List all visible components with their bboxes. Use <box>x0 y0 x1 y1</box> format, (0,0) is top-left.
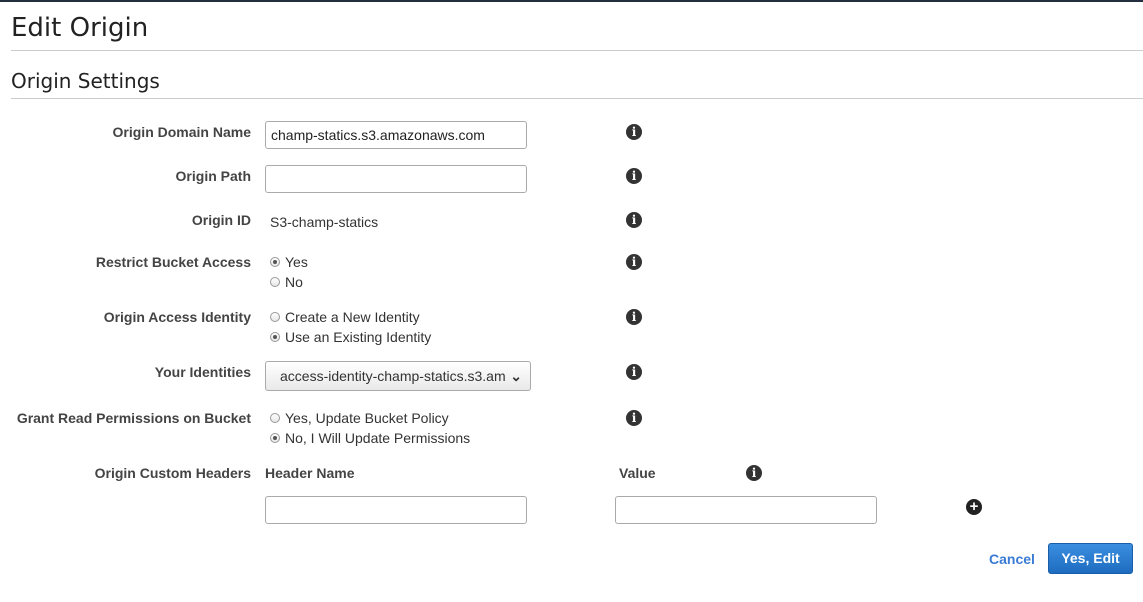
info-icon[interactable]: i <box>626 364 642 380</box>
use-existing-identity-option[interactable]: Use an Existing Identity <box>270 329 431 345</box>
radio-button[interactable] <box>270 413 280 423</box>
origin-custom-headers-label: Origin Custom Headers <box>94 465 251 481</box>
radio-button-checked[interactable] <box>270 332 280 342</box>
restrict-bucket-access-label: Restrict Bucket Access <box>95 254 251 270</box>
header-name-input[interactable] <box>265 496 527 524</box>
info-icon[interactable]: i <box>626 309 642 325</box>
grant-read-permissions-label: Grant Read Permissions on Bucket <box>16 410 251 426</box>
origin-path-input[interactable] <box>265 165 527 193</box>
info-icon[interactable]: i <box>626 168 642 184</box>
section-title: Origin Settings <box>11 69 160 93</box>
selected-identity: access-identity-champ-statics.s3.amazona… <box>280 368 506 384</box>
origin-access-identity-label: Origin Access Identity <box>103 309 251 325</box>
header-value-input[interactable] <box>615 496 877 524</box>
origin-id-label: Origin ID <box>191 212 251 228</box>
your-identities-select[interactable]: access-identity-champ-statics.s3.amazona… <box>265 361 531 391</box>
radio-label: Create a New Identity <box>285 309 420 325</box>
info-icon[interactable]: i <box>626 254 642 270</box>
cancel-link[interactable]: Cancel <box>989 551 1035 567</box>
radio-button-checked[interactable] <box>270 433 280 443</box>
origin-path-label: Origin Path <box>175 168 251 184</box>
origin-id-value: S3-champ-statics <box>270 214 379 230</box>
origin-domain-name-input[interactable] <box>265 121 527 149</box>
radio-label: Use an Existing Identity <box>285 329 432 345</box>
create-new-identity-option[interactable]: Create a New Identity <box>270 309 420 325</box>
origin-domain-name-label: Origin Domain Name <box>112 124 251 140</box>
update-bucket-policy-option[interactable]: Yes, Update Bucket Policy <box>270 410 449 426</box>
value-column-label: Value <box>619 465 656 481</box>
radio-label: No <box>285 274 303 290</box>
restrict-bucket-access-yes[interactable]: Yes <box>270 254 308 270</box>
radio-button[interactable] <box>270 312 280 322</box>
info-icon[interactable]: i <box>626 212 642 228</box>
section-divider <box>11 98 1143 99</box>
page-title: Edit Origin <box>11 13 149 43</box>
info-icon[interactable]: i <box>626 124 642 140</box>
radio-button-checked[interactable] <box>270 257 280 267</box>
title-divider <box>11 50 1143 51</box>
header-name-column-label: Header Name <box>265 465 355 481</box>
radio-label: Yes <box>285 254 308 270</box>
plus-circle-icon[interactable]: + <box>966 499 982 515</box>
yes-edit-button[interactable]: Yes, Edit <box>1048 543 1133 574</box>
your-identities-label: Your Identities <box>154 364 251 380</box>
info-icon[interactable]: i <box>626 410 642 426</box>
chevron-down-icon: ⌄ <box>510 368 522 384</box>
radio-label: No, I Will Update Permissions <box>285 430 471 446</box>
restrict-bucket-access-no[interactable]: No <box>270 274 303 290</box>
top-bar <box>0 0 1143 2</box>
radio-button[interactable] <box>270 277 280 287</box>
info-icon[interactable]: i <box>746 465 762 481</box>
radio-label: Yes, Update Bucket Policy <box>285 410 449 426</box>
update-permissions-myself-option[interactable]: No, I Will Update Permissions <box>270 430 470 446</box>
